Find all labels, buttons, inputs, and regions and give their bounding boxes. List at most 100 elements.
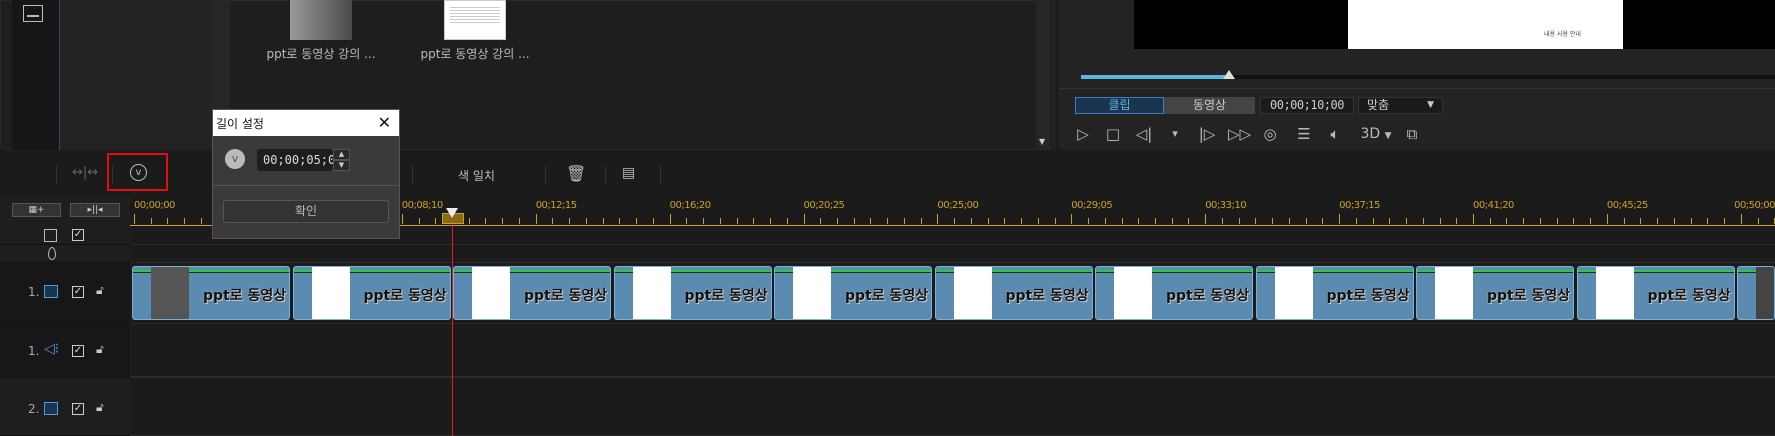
duration-stepper-down[interactable]: ▼ <box>333 160 350 171</box>
undock-preview-icon[interactable]: ⧉ <box>1402 124 1422 144</box>
fit-select-value: 맞춤 <box>1367 98 1390 112</box>
timeline-clip[interactable]: ppt로 동영상 강의 <box>1416 266 1574 320</box>
ruler-tick <box>820 218 822 224</box>
3d-label: 3D <box>1360 126 1381 142</box>
library-thumbnail-2[interactable] <box>444 0 506 40</box>
timeline-clip[interactable]: ppt로 동영상 강의 <box>132 266 290 320</box>
timeline-clip[interactable]: ppt로 동영상 강의 <box>1576 266 1735 320</box>
preview-slide: 내용 사용 안내 <box>1348 0 1623 49</box>
ruler-tick <box>1473 214 1474 224</box>
ruler-tick <box>1573 218 1575 224</box>
clip-thumbnail <box>1595 267 1634 319</box>
unlock-icon[interactable]: 🔓︎ <box>96 400 104 415</box>
ruler-tick <box>703 218 705 224</box>
ruler-tick <box>150 218 152 224</box>
clip-thumbnail <box>472 267 510 319</box>
ruler-tick <box>1138 218 1140 224</box>
ruler-label: 00;08;10 <box>401 200 443 211</box>
duration-input[interactable]: 00;00;05;00 <box>257 149 342 171</box>
playhead-handle[interactable] <box>446 208 458 218</box>
video-track-2-header: 2. ✓ 🔓︎ <box>0 378 130 436</box>
library-category-panel <box>60 0 212 150</box>
duration-button[interactable]: v <box>107 153 168 191</box>
playhead-line <box>452 212 453 436</box>
track-enable-checkbox[interactable]: ✓ <box>72 286 84 298</box>
unlock-icon[interactable]: 🔓︎ <box>96 342 104 357</box>
timeline-clip[interactable] <box>1737 266 1775 320</box>
timeline-clip[interactable]: ppt로 동영상 강의 <box>934 266 1093 320</box>
clip-label: ppt로 동영상 강의 <box>524 288 610 304</box>
ruler-tick <box>468 218 470 224</box>
tab-clip[interactable]: 클립 <box>1075 97 1164 114</box>
duration-stepper-up[interactable]: ▲ <box>333 149 350 160</box>
ruler-tick <box>1439 218 1441 224</box>
ruler-tick <box>1757 218 1759 224</box>
add-track-button[interactable]: ▦+ <box>12 203 61 217</box>
snapshot-camera-icon[interactable]: ◎ <box>1260 124 1280 144</box>
ruler-tick <box>418 218 420 224</box>
ruler-tick <box>719 218 721 224</box>
close-icon[interactable]: ✕ <box>378 113 391 132</box>
ok-button[interactable]: 확인 <box>223 200 389 223</box>
split-clip-icon[interactable]: ↔|↔ <box>72 165 98 180</box>
track-enable-checkbox[interactable]: ✓ <box>72 345 84 357</box>
ruler-tick <box>1221 218 1223 224</box>
color-match-button[interactable]: 색 일치 <box>458 167 495 184</box>
fast-forward-icon[interactable]: ▷▷ <box>1228 124 1251 144</box>
stop-icon[interactable]: □ <box>1103 124 1123 144</box>
marker-track-header <box>0 245 130 263</box>
dropdown-arrow-icon: ▼ <box>1427 100 1434 110</box>
ruler-tick <box>1121 218 1123 224</box>
timeline-clip[interactable]: ppt로 동영상 강의 <box>453 266 611 320</box>
ruler-tick <box>736 218 738 224</box>
tab-movie[interactable]: 동영상 <box>1164 97 1255 114</box>
scrubber-thumb[interactable] <box>1223 70 1235 79</box>
ruler-tick <box>1238 218 1240 224</box>
ruler-tick <box>1171 218 1173 224</box>
subtitle-room-icon[interactable] <box>23 5 43 22</box>
clip-label: ppt로 동영상 강의 <box>1326 288 1413 304</box>
subtitle-track-checkbox[interactable]: ✓ <box>72 229 84 241</box>
ruler-tick <box>970 218 972 224</box>
audio-lane-1[interactable] <box>130 324 1775 378</box>
timeline-clip[interactable]: ppt로 동영상 강의 <box>774 266 932 320</box>
scrubber-fill <box>1081 75 1229 79</box>
3d-mode-button[interactable]: 3D ▼ <box>1356 124 1396 144</box>
clip-thumbnail <box>1435 267 1473 319</box>
ruler-tick <box>200 218 202 224</box>
ruler-tick <box>1188 218 1190 224</box>
preview-timecode[interactable]: 00;00;10;00 <box>1260 97 1354 114</box>
ruler-tick <box>502 218 504 224</box>
split-marker-icon[interactable]: ▾ <box>1165 124 1185 144</box>
dialog-titlebar: 길이 설정 ✕ <box>213 110 399 136</box>
ruler-tick <box>1523 218 1525 224</box>
ruler-tick <box>1372 218 1374 224</box>
library-side-strip <box>12 0 60 150</box>
library-thumbnail-1[interactable] <box>290 0 352 40</box>
clip-thumbnail <box>953 267 992 319</box>
timeline-clip[interactable]: ppt로 동영상 강의 <box>1095 266 1253 320</box>
audio-track-1-header: 1. ◁⁝ ✓ 🔓︎ <box>0 324 130 378</box>
play-icon[interactable]: ▷ <box>1073 124 1093 144</box>
track-enable-checkbox[interactable]: ✓ <box>72 403 84 415</box>
previous-frame-icon[interactable]: ◁| <box>1134 124 1154 144</box>
trash-icon[interactable]: 🗑︎ <box>566 164 586 183</box>
ruler-tick <box>1690 218 1692 224</box>
next-frame-icon[interactable]: |▷ <box>1197 124 1217 144</box>
marker-lane[interactable] <box>130 245 1775 263</box>
video-lane-2[interactable] <box>130 378 1775 436</box>
timeline-clip[interactable]: ppt로 동영상 강의 <box>1255 266 1414 320</box>
ruler-tick <box>167 218 169 224</box>
library-scrollbar[interactable]: ▼ <box>1036 0 1050 150</box>
unlock-icon[interactable]: 🔓︎ <box>96 283 104 298</box>
fit-select[interactable]: 맞춤 ▼ <box>1358 97 1443 114</box>
timeline-clip[interactable]: ppt로 동영상 강의 <box>292 266 451 320</box>
preview-scrubber[interactable] <box>1081 70 1775 79</box>
subtitle-list-icon[interactable]: ☰ <box>1294 124 1314 144</box>
timeline-clip[interactable]: ppt로 동영상 강의 <box>613 266 772 320</box>
fit-timeline-button[interactable]: ▸||◂ <box>70 203 120 217</box>
volume-icon[interactable]: 🔈︎ <box>1325 124 1345 144</box>
track-number: 2. <box>28 402 40 416</box>
scroll-down-icon[interactable]: ▼ <box>1039 137 1045 146</box>
edit-properties-icon[interactable]: ▤ <box>622 165 635 181</box>
